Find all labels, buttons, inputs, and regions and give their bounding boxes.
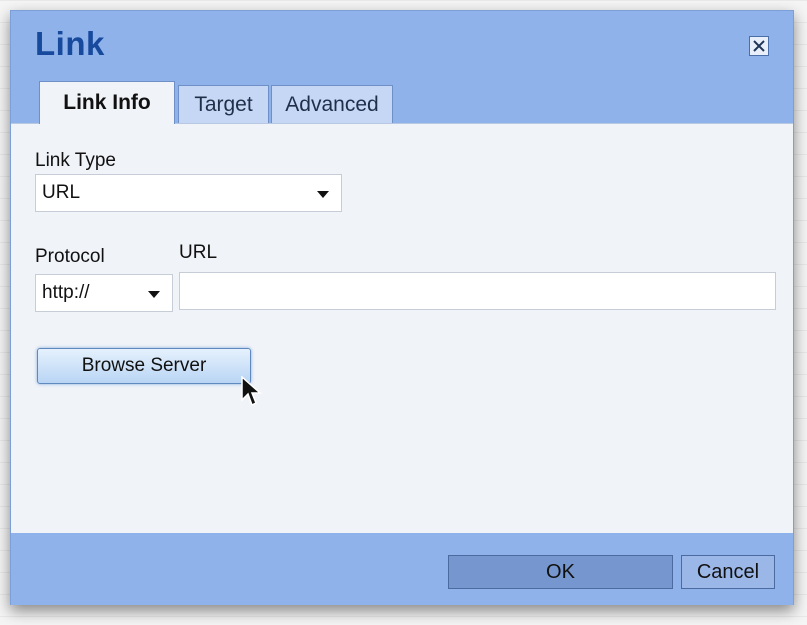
- link-type-label: Link Type: [35, 150, 116, 171]
- mouse-pointer-icon: [241, 376, 262, 407]
- url-input[interactable]: [179, 272, 776, 310]
- close-icon: [753, 40, 765, 52]
- tab-label: Link Info: [63, 91, 151, 114]
- link-type-select[interactable]: URL: [35, 174, 342, 212]
- link-type-value: URL: [42, 182, 81, 203]
- chevron-down-icon: [148, 291, 160, 298]
- close-button[interactable]: [749, 36, 769, 56]
- cancel-label: Cancel: [696, 560, 760, 583]
- ok-button[interactable]: OK: [448, 555, 673, 589]
- cancel-button[interactable]: Cancel: [681, 555, 775, 589]
- tab-link-info[interactable]: Link Info: [39, 81, 175, 124]
- dialog-title: Link: [35, 25, 105, 62]
- protocol-select[interactable]: http://: [35, 274, 173, 312]
- link-info-panel: Link Type URL Protocol URL http:// Brows…: [11, 123, 793, 533]
- dialog-footer: OK Cancel: [11, 533, 793, 605]
- protocol-label: Protocol: [35, 246, 105, 267]
- url-label: URL: [179, 242, 218, 263]
- link-dialog: Link Link Info Target Advanced Link Type…: [10, 10, 794, 605]
- tab-advanced[interactable]: Advanced: [271, 85, 393, 123]
- browse-server-label: Browse Server: [81, 355, 207, 376]
- chevron-down-icon: [317, 191, 329, 198]
- protocol-value: http://: [42, 282, 90, 303]
- tab-label: Advanced: [285, 92, 379, 116]
- tab-label: Target: [194, 92, 253, 116]
- ok-label: OK: [546, 560, 575, 583]
- browse-server-button[interactable]: Browse Server: [37, 348, 251, 384]
- tab-target[interactable]: Target: [178, 85, 269, 123]
